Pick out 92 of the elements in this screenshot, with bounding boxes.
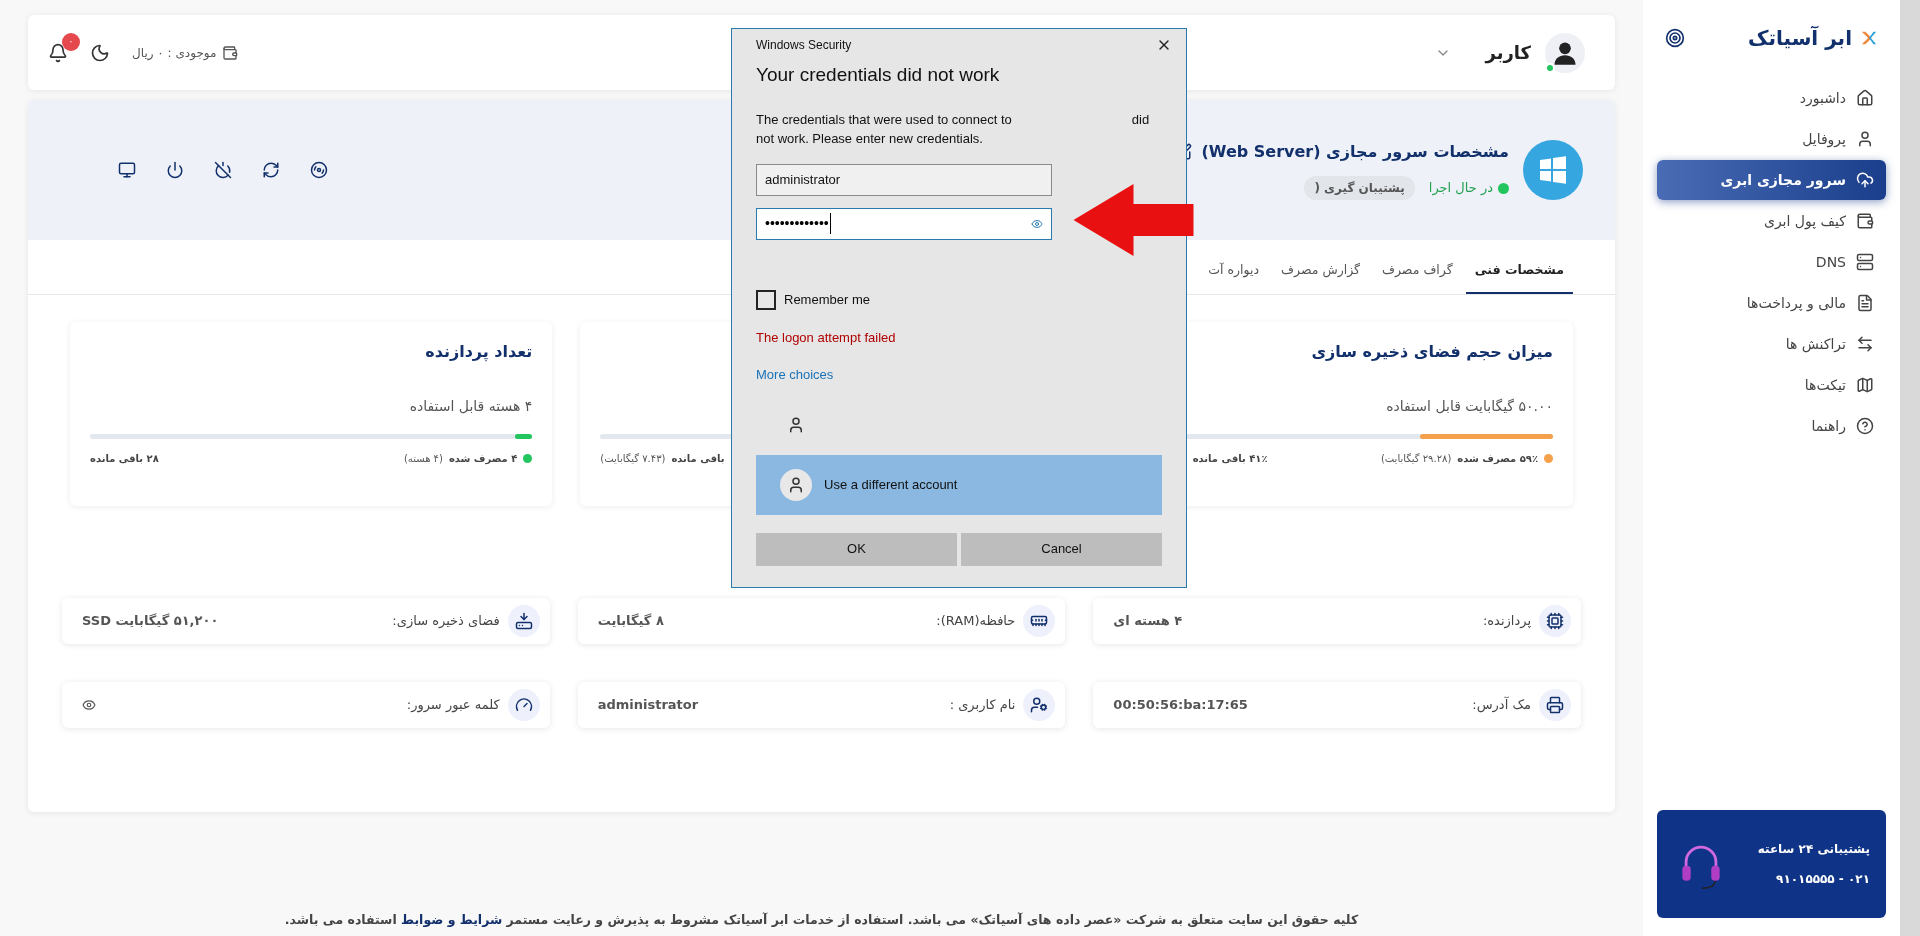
remaining-text: ۲۸ باقی مانده bbox=[90, 452, 159, 466]
brand-name: ابر آسیاتک bbox=[1748, 25, 1852, 52]
help-icon bbox=[1856, 417, 1874, 435]
available-text: ۵۰.۰۰ گیگابایت قابل استفاده bbox=[1386, 398, 1553, 414]
nav-item[interactable]: سرور مجازی ابری bbox=[1657, 160, 1886, 200]
arrow-icon bbox=[1073, 184, 1194, 256]
ok-button[interactable]: OK bbox=[756, 532, 957, 566]
monitor-icon[interactable] bbox=[118, 161, 136, 179]
bell-icon[interactable] bbox=[48, 42, 68, 63]
used-detail: (۴ هسته) bbox=[403, 452, 443, 466]
tab[interactable]: گراف مصرف bbox=[1373, 261, 1462, 294]
scrollbar[interactable] bbox=[1900, 0, 1920, 936]
cancel-button[interactable]: Cancel bbox=[961, 532, 1162, 566]
nav-item[interactable]: مالی و پرداخت‌ها bbox=[1657, 283, 1886, 323]
house-icon bbox=[1856, 89, 1874, 107]
spec-value: ۵۱,۲۰۰ گیگابایت SSD bbox=[82, 612, 219, 631]
drive-icon bbox=[514, 612, 533, 630]
server-icon bbox=[1856, 253, 1874, 271]
nav-item[interactable]: تراکنش ها bbox=[1657, 324, 1886, 364]
status-text: در حال اجرا bbox=[1428, 179, 1493, 198]
chip-icon bbox=[1546, 612, 1564, 630]
windows-logo-icon bbox=[1523, 140, 1583, 200]
account-option[interactable]: Use a different account bbox=[756, 454, 1162, 515]
spec-label: نام کاربری : bbox=[949, 696, 1016, 715]
username-field[interactable]: administrator bbox=[756, 163, 1052, 196]
password-field[interactable]: ••••••••••••• bbox=[756, 207, 1052, 240]
terms-link[interactable]: شرایط و ضوابط bbox=[401, 912, 503, 928]
document-icon bbox=[1856, 294, 1874, 312]
spec-value: ۴ هسته ای bbox=[1113, 612, 1183, 631]
used-text: ۴ مصرف شده bbox=[448, 452, 518, 466]
dialog-heading: Your credentials did not work bbox=[756, 63, 1001, 87]
dialog-message: The credentials that were used to connect to did not work. Please enter new credentials. bbox=[756, 110, 1151, 148]
power-off-icon[interactable] bbox=[214, 161, 232, 179]
spec-value: ۸ گیگابایت bbox=[597, 612, 664, 631]
eye-icon[interactable] bbox=[82, 698, 96, 712]
user-icon bbox=[787, 415, 805, 434]
spec-label: حافظه(RAM): bbox=[936, 612, 1016, 631]
arrows-icon bbox=[1856, 335, 1874, 353]
avatar[interactable] bbox=[1545, 32, 1585, 73]
wallet-icon bbox=[222, 44, 239, 61]
power-icon[interactable] bbox=[166, 161, 184, 179]
gauge-icon bbox=[514, 696, 533, 714]
support-phone: ۰۲۱ - ۹۱۰۱۵۵۵۵ bbox=[1775, 871, 1870, 888]
spec-label: فضای ذخیره سازی: bbox=[392, 612, 500, 631]
remaining-text: ۴۱٪ باقی مانده bbox=[1192, 452, 1268, 466]
spec-value: administrator bbox=[597, 696, 699, 715]
nav-item[interactable]: راهنما bbox=[1657, 406, 1886, 446]
more-choices-link[interactable]: More choices bbox=[756, 365, 834, 385]
moon-icon[interactable] bbox=[90, 42, 110, 63]
tab[interactable]: دیواره آت bbox=[1199, 261, 1269, 294]
nav-item[interactable]: تیکت‌ها bbox=[1657, 365, 1886, 405]
tab[interactable]: مشخصات فنی bbox=[1465, 261, 1573, 294]
tab[interactable]: گزارش مصرف bbox=[1272, 261, 1369, 294]
footer-text: کلیه حقوق این سایت متعلق به شرکت «عصر داده های آسیاتک» می باشد. استفاده از خدمات ابر آسیاتک مشروط به پذیرش و رعایت مستمر شرایط و ضوابط استفاده می باشد. bbox=[284, 911, 1359, 930]
nav-item[interactable]: کیف پول ابری bbox=[1657, 201, 1886, 241]
remember-checkbox[interactable] bbox=[756, 289, 776, 310]
nav-item[interactable]: داشبورد bbox=[1657, 78, 1886, 118]
support-card[interactable]: پشتیبانی ۲۴ ساعته ۰۲۱ - ۹۱۰۱۵۵۵۵ bbox=[1657, 810, 1886, 918]
disc-icon[interactable] bbox=[310, 161, 328, 179]
logo-icon bbox=[1860, 29, 1878, 47]
wallet-icon bbox=[1856, 212, 1874, 230]
dialog-app-name: Windows Security bbox=[756, 37, 852, 54]
cloud-upload-icon bbox=[1856, 171, 1874, 189]
spec-label: مک آدرس: bbox=[1472, 695, 1531, 715]
server-title: مشخصات سرور مجازی (Web Server) bbox=[1201, 141, 1509, 163]
user-icon bbox=[1856, 130, 1874, 148]
balance-text: موجودی : ۰ ریال bbox=[132, 44, 217, 62]
map-icon bbox=[1856, 376, 1874, 394]
available-text: ۴ هسته قابل استفاده bbox=[409, 398, 533, 414]
eye-icon[interactable] bbox=[1031, 217, 1043, 230]
nav-item[interactable]: DNS bbox=[1657, 242, 1886, 282]
used-text: ۵۹٪ مصرف شده bbox=[1457, 452, 1538, 466]
used-detail: (۲۹.۲۸ گیگابایت) bbox=[1380, 452, 1452, 466]
card-title: میزان حجم فضای ذخیره سازی bbox=[1311, 342, 1553, 361]
support-title: پشتیبانی ۲۴ ساعته bbox=[1757, 841, 1870, 858]
remaining-text: باقی مانده bbox=[671, 452, 725, 466]
remaining-detail: (۷.۴۳ گیگابایت) bbox=[600, 452, 666, 466]
card-title: تعداد پردازنده bbox=[425, 342, 533, 361]
user-icon bbox=[787, 475, 805, 494]
user-name[interactable]: کاربر bbox=[1485, 39, 1531, 66]
nav-item[interactable]: پروفایل bbox=[1657, 119, 1886, 159]
target-icon[interactable] bbox=[1665, 28, 1685, 48]
backup-badge: پشتیبان گیری ( bbox=[1304, 176, 1415, 200]
error-text: The logon attempt failed bbox=[756, 328, 897, 347]
spec-value: 00:50:56:ba:17:65 bbox=[1113, 696, 1248, 715]
spec-label: کلمه عبور سرور: bbox=[406, 696, 500, 715]
refresh-icon[interactable] bbox=[262, 161, 280, 179]
user-cog-icon bbox=[1030, 696, 1049, 714]
printer-icon bbox=[1546, 696, 1564, 714]
remember-label[interactable]: Remember me bbox=[784, 289, 870, 310]
spec-label: پردازنده: bbox=[1482, 612, 1531, 631]
notification-badge: ۰ bbox=[62, 32, 80, 51]
